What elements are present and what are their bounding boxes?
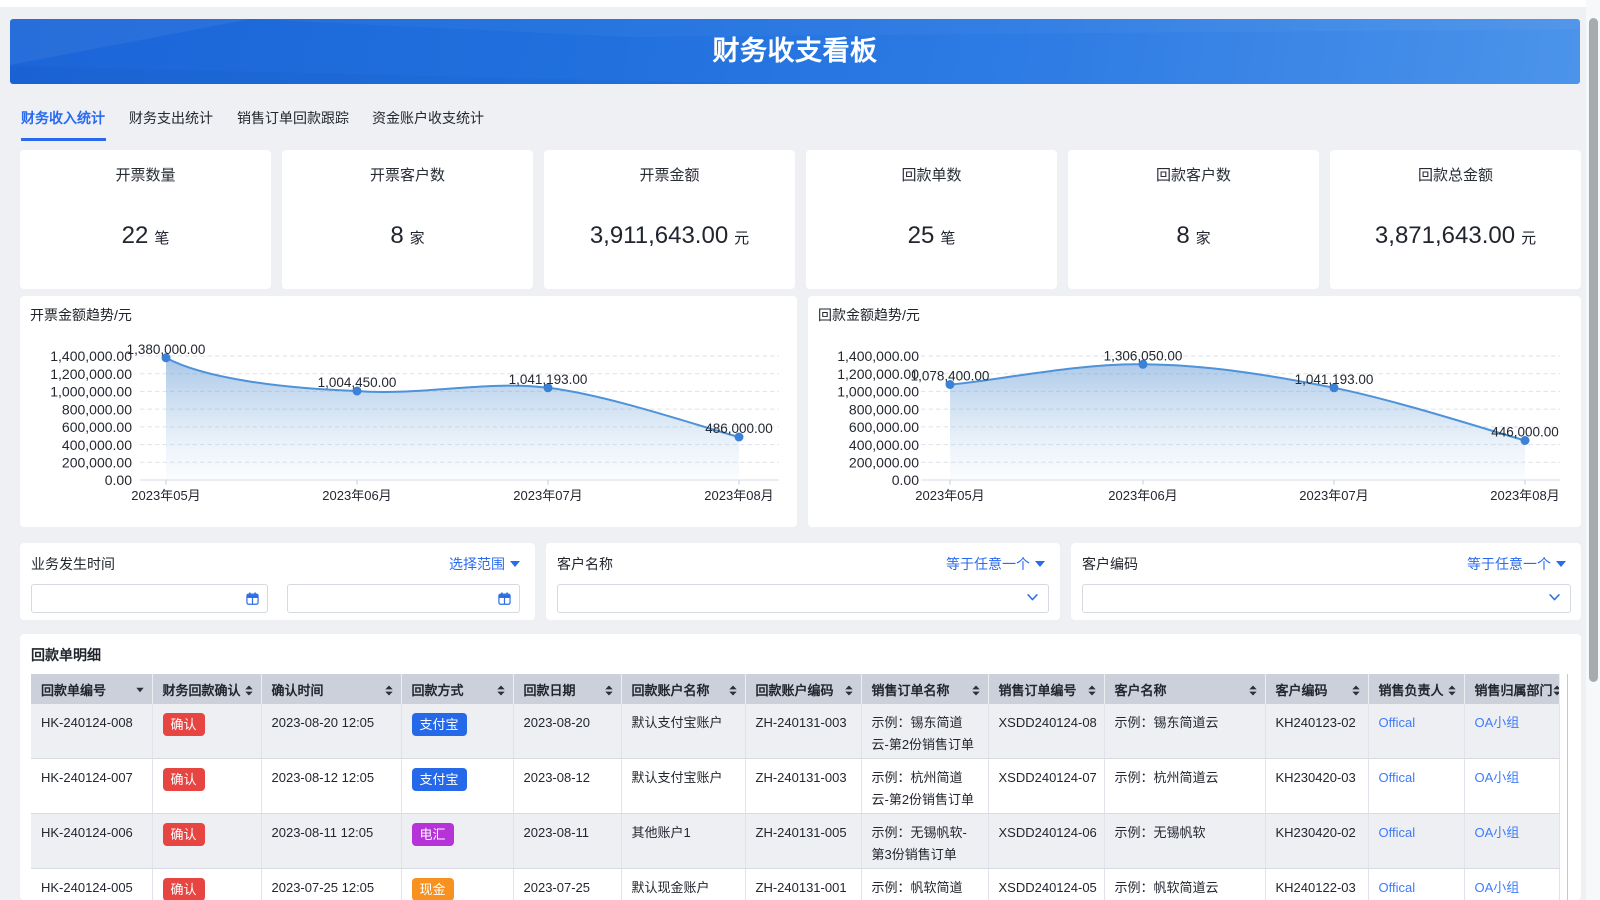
svg-text:200,000.00: 200,000.00 (62, 455, 132, 471)
svg-text:2023年07月: 2023年07月 (513, 488, 582, 503)
svg-text:1,380,000.00: 1,380,000.00 (127, 342, 206, 357)
svg-text:486,000.00: 486,000.00 (705, 421, 773, 436)
svg-text:1,200,000.00: 1,200,000.00 (837, 366, 919, 382)
svg-text:1,078,400.00: 1,078,400.00 (911, 369, 990, 384)
svg-text:400,000.00: 400,000.00 (62, 437, 132, 453)
svg-text:2023年06月: 2023年06月 (322, 488, 391, 503)
svg-text:2023年05月: 2023年05月 (131, 488, 200, 503)
svg-text:600,000.00: 600,000.00 (62, 419, 132, 435)
svg-text:600,000.00: 600,000.00 (849, 419, 919, 435)
svg-text:2023年07月: 2023年07月 (1299, 488, 1368, 503)
svg-text:446,000.00: 446,000.00 (1491, 425, 1559, 440)
svg-text:1,041,193.00: 1,041,193.00 (509, 372, 588, 387)
svg-text:2023年08月: 2023年08月 (1490, 488, 1559, 503)
svg-text:1,004,450.00: 1,004,450.00 (318, 375, 397, 390)
svg-text:800,000.00: 800,000.00 (849, 401, 919, 417)
svg-text:0.00: 0.00 (105, 472, 132, 488)
svg-text:800,000.00: 800,000.00 (62, 401, 132, 417)
svg-text:1,200,000.00: 1,200,000.00 (50, 366, 132, 382)
svg-text:1,306,050.00: 1,306,050.00 (1104, 348, 1183, 363)
svg-text:1,000,000.00: 1,000,000.00 (50, 384, 132, 400)
svg-text:400,000.00: 400,000.00 (849, 437, 919, 453)
svg-text:0.00: 0.00 (892, 472, 919, 488)
svg-text:1,041,193.00: 1,041,193.00 (1295, 372, 1374, 387)
svg-text:2023年05月: 2023年05月 (915, 488, 984, 503)
svg-text:1,000,000.00: 1,000,000.00 (837, 384, 919, 400)
svg-text:1,400,000.00: 1,400,000.00 (50, 348, 132, 364)
svg-text:2023年06月: 2023年06月 (1108, 488, 1177, 503)
svg-text:200,000.00: 200,000.00 (849, 455, 919, 471)
svg-text:1,400,000.00: 1,400,000.00 (837, 348, 919, 364)
svg-text:2023年08月: 2023年08月 (704, 488, 773, 503)
